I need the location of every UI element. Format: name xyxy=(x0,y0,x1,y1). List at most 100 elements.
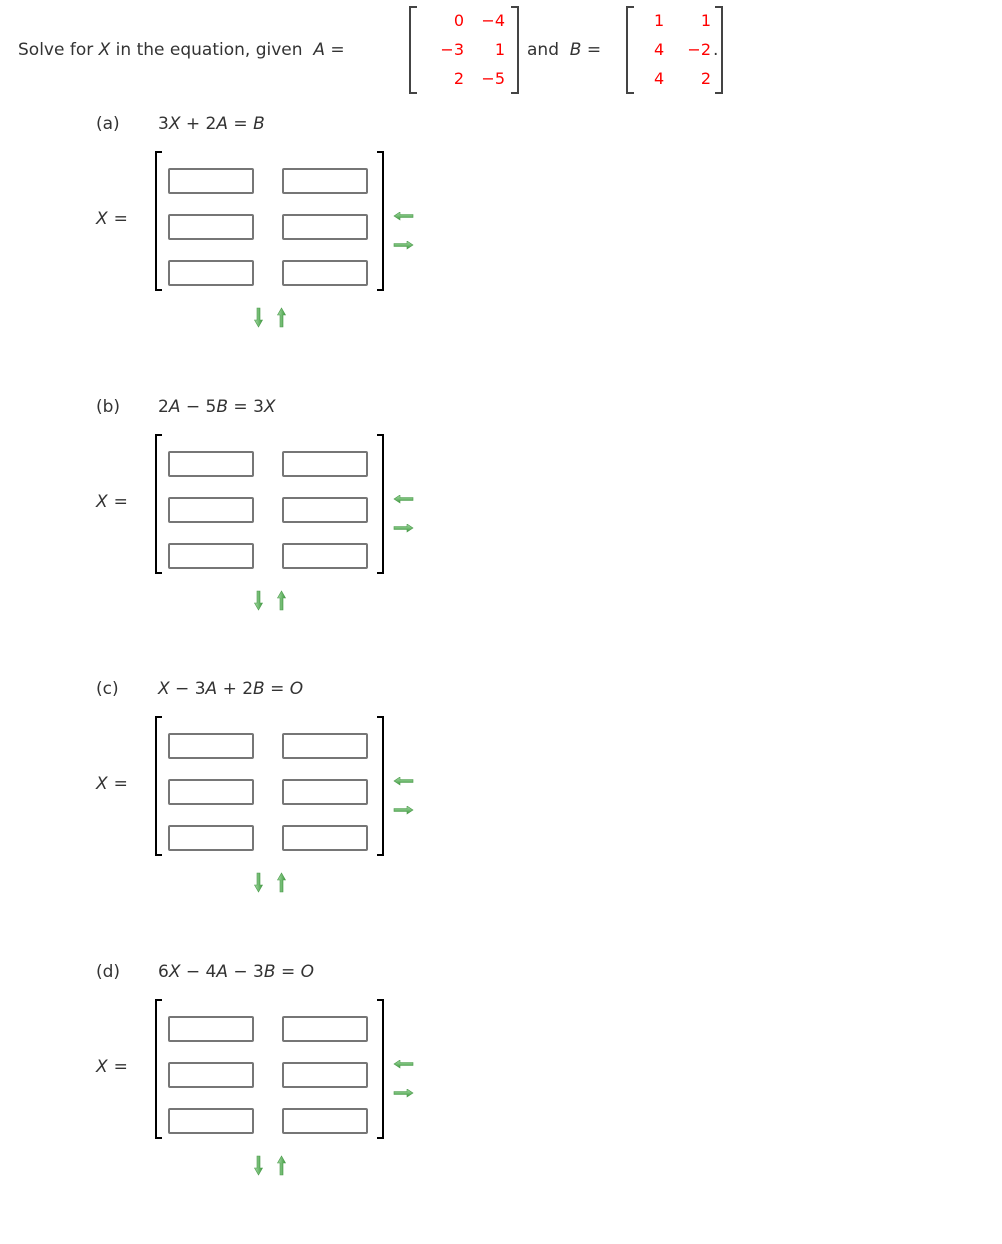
answer-cell-r2-c1[interactable] xyxy=(168,214,254,240)
answer-cell-r3-c1[interactable] xyxy=(168,543,254,569)
answer-cell-r2-c1[interactable] xyxy=(168,1062,254,1088)
part-c: (c) X − 3A + 2B = O X = xyxy=(0,679,1002,961)
equation-term: = 3 xyxy=(228,397,264,417)
matrix-b-cell: −2 xyxy=(687,40,711,59)
answer-cell-r3-c1[interactable] xyxy=(168,825,254,851)
answer-cell-r1-c2[interactable] xyxy=(282,1016,368,1042)
and-b-text: and B = xyxy=(527,40,602,60)
answer-cell-r1-c1[interactable] xyxy=(168,451,254,477)
answer-cell-r1-c1[interactable] xyxy=(168,168,254,194)
matrix-b-cell: 4 xyxy=(654,69,665,88)
remove-column-button[interactable] xyxy=(393,1054,415,1074)
remove-row-button[interactable] xyxy=(276,1155,287,1181)
equation-term: − 5 xyxy=(180,397,217,417)
arrow-left-icon xyxy=(393,771,415,791)
equation: 2A − 5B = 3X xyxy=(158,397,276,417)
part-label: (d) xyxy=(96,962,121,982)
add-column-button[interactable] xyxy=(393,518,415,538)
equation-term: = xyxy=(275,962,301,982)
equation: 3X + 2A = B xyxy=(158,114,265,134)
arrow-down-icon xyxy=(253,590,264,616)
add-row-button[interactable] xyxy=(253,1155,264,1181)
equation-term: X xyxy=(168,114,181,134)
answer-matrix-left-bracket xyxy=(155,999,162,1139)
arrow-down-icon xyxy=(253,872,264,898)
remove-row-button[interactable] xyxy=(276,590,287,616)
arrow-left-icon xyxy=(393,489,415,509)
add-row-button[interactable] xyxy=(253,590,264,616)
arrow-down-icon xyxy=(253,307,264,333)
arrow-left-icon xyxy=(393,1054,415,1074)
matrix-a-cell: −3 xyxy=(440,40,464,59)
add-column-button[interactable] xyxy=(393,235,415,255)
equation-term: − 4 xyxy=(180,962,217,982)
matrix-a-cell: 0 xyxy=(453,11,464,30)
arrow-right-icon xyxy=(393,235,415,255)
equation-term: A xyxy=(205,679,218,699)
matrix-a: 0 −4 −3 1 2 −5 xyxy=(409,6,519,94)
matrix-b-cell: 2 xyxy=(700,69,711,88)
matrix-a-right-bracket xyxy=(511,6,519,94)
equation-term: − 3 xyxy=(228,962,264,982)
equation-term: + 2 xyxy=(180,114,217,134)
equation-term: − 3 xyxy=(169,679,206,699)
equation-term: B xyxy=(253,114,265,134)
answer-cell-r3-c1[interactable] xyxy=(168,260,254,286)
matrix-a-cell: 1 xyxy=(494,40,505,59)
part-a: (a) 3X + 2A = B X = xyxy=(0,114,1002,396)
answer-cell-r3-c2[interactable] xyxy=(282,825,368,851)
remove-row-button[interactable] xyxy=(276,307,287,333)
add-row-button[interactable] xyxy=(253,307,264,333)
add-row-button[interactable] xyxy=(253,872,264,898)
remove-row-button[interactable] xyxy=(276,872,287,898)
arrow-up-icon xyxy=(276,307,287,333)
period: . xyxy=(713,40,719,60)
variable-a: A xyxy=(313,40,325,60)
answer-matrix-left-bracket xyxy=(155,434,162,574)
answer-cell-r2-c2[interactable] xyxy=(282,1062,368,1088)
equation-term: 2 xyxy=(158,397,169,417)
equation-term: 3 xyxy=(158,114,169,134)
add-column-button[interactable] xyxy=(393,800,415,820)
matrix-b-left-bracket xyxy=(626,6,634,94)
answer-cell-r1-c1[interactable] xyxy=(168,733,254,759)
answer-matrix-left-bracket xyxy=(155,716,162,856)
answer-cell-r2-c1[interactable] xyxy=(168,497,254,523)
remove-column-button[interactable] xyxy=(393,489,415,509)
add-column-button[interactable] xyxy=(393,1083,415,1103)
equation-term: = xyxy=(228,114,254,134)
equation-term: = xyxy=(264,679,290,699)
answer-cell-r1-c2[interactable] xyxy=(282,451,368,477)
remove-column-button[interactable] xyxy=(393,206,415,226)
equation-term: 6 xyxy=(158,962,169,982)
matrix-b-cell: 1 xyxy=(654,11,665,30)
arrow-down-icon xyxy=(253,1155,264,1181)
equation-term: B xyxy=(216,397,229,417)
arrow-up-icon xyxy=(276,590,287,616)
answer-cell-r3-c2[interactable] xyxy=(282,260,368,286)
answer-cell-r3-c1[interactable] xyxy=(168,1108,254,1134)
answer-cell-r1-c1[interactable] xyxy=(168,1016,254,1042)
equation-term: A xyxy=(216,962,228,982)
answer-cell-r3-c2[interactable] xyxy=(282,543,368,569)
answer-cell-r2-c1[interactable] xyxy=(168,779,254,805)
equation-term: X xyxy=(263,397,276,417)
answer-cell-r2-c2[interactable] xyxy=(282,214,368,240)
matrix-a-cell: 2 xyxy=(453,69,464,88)
arrow-right-icon xyxy=(393,1083,415,1103)
matrix-a-left-bracket xyxy=(409,6,417,94)
answer-cell-r1-c2[interactable] xyxy=(282,733,368,759)
matrix-b: 1 1 4 −2 4 2 xyxy=(626,6,723,94)
equation-term: O xyxy=(300,962,314,982)
answer-cell-r3-c2[interactable] xyxy=(282,1108,368,1134)
answer-cell-r2-c2[interactable] xyxy=(282,497,368,523)
variable-b: B xyxy=(569,40,582,60)
arrow-right-icon xyxy=(393,800,415,820)
answer-cell-r1-c2[interactable] xyxy=(282,168,368,194)
answer-cell-r2-c2[interactable] xyxy=(282,779,368,805)
matrix-b-cell: 1 xyxy=(700,11,711,30)
equation-term: A xyxy=(168,397,181,417)
remove-column-button[interactable] xyxy=(393,771,415,791)
problem-text: Solve for X in the equation, given A = xyxy=(18,40,345,60)
part-label: (b) xyxy=(96,397,121,417)
